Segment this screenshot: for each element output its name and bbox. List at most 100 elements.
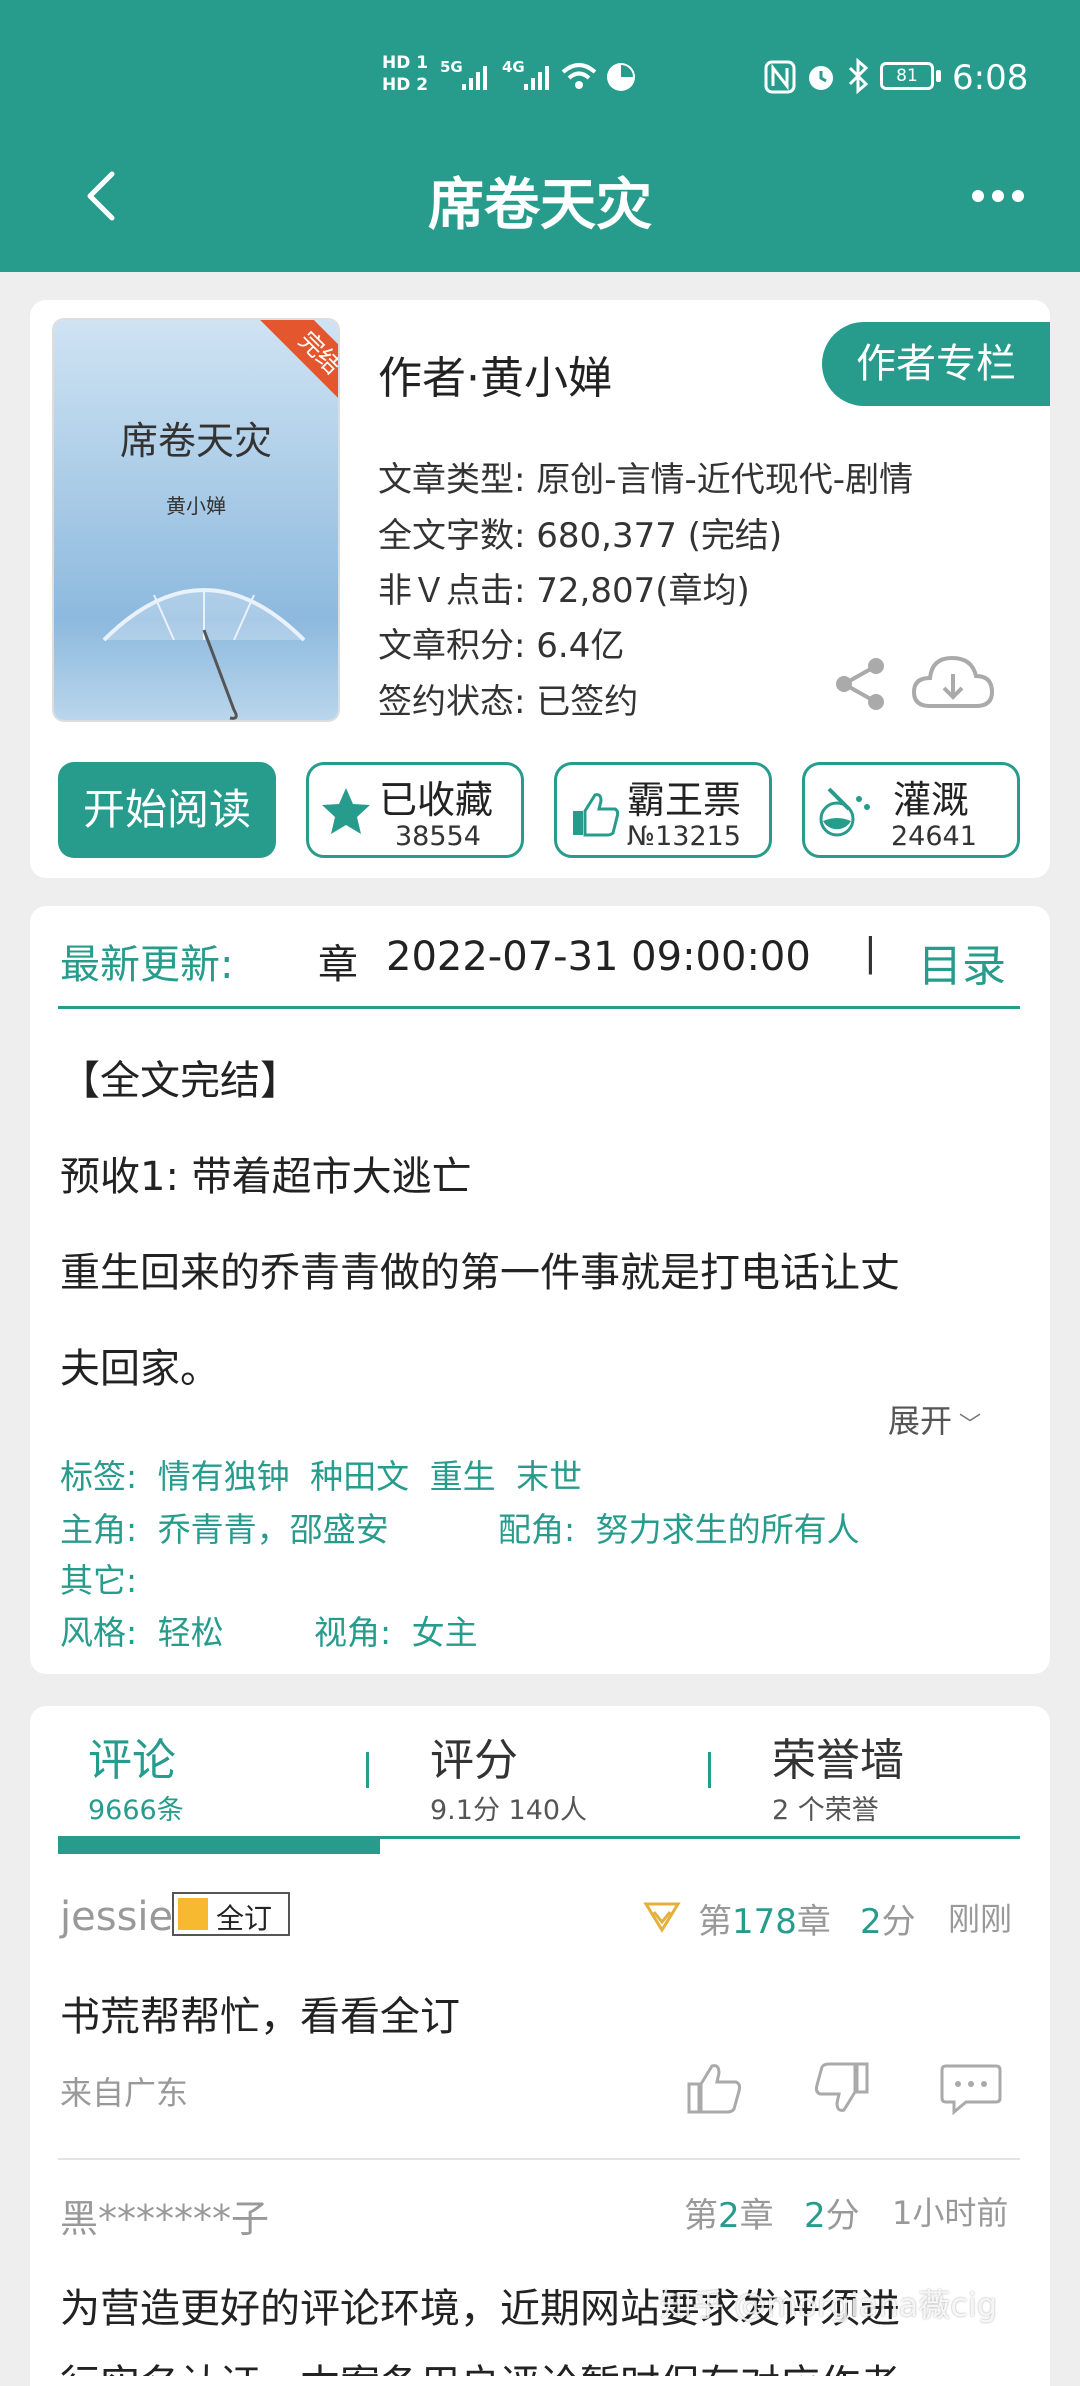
tab-comments[interactable]: 评论 9666条: [88, 1724, 184, 1827]
tag-item[interactable]: 重生: [430, 1457, 496, 1496]
style-value: 轻松: [157, 1613, 224, 1652]
star-icon: [322, 788, 370, 834]
comment-time: 刚刚: [948, 1900, 1013, 1938]
latest-datetime: 2022-07-31 09:00:00: [386, 934, 811, 980]
sim2-label: HD 2: [382, 75, 429, 95]
comment-user[interactable]: jessie: [60, 1894, 173, 1940]
intro-line-1: 【全文完结】: [60, 1058, 300, 1104]
cover-author: 黄小婵: [166, 494, 226, 518]
favorite-label: 已收藏: [379, 778, 494, 822]
sim-indicators: HD 1 HD 2: [382, 52, 428, 96]
tag-item[interactable]: 种田文: [310, 1457, 409, 1496]
battery-level: 81: [896, 66, 918, 86]
more-options-icon[interactable]: [970, 186, 1026, 206]
full-subscribe-label: 全订: [216, 1902, 273, 1935]
chapter-suffix: 章: [796, 1902, 831, 1942]
like-icon[interactable]: [686, 2060, 744, 2116]
reply-bubble-icon[interactable]: [940, 2062, 1002, 2116]
start-reading-button[interactable]: 开始阅读: [58, 762, 276, 858]
score-number: 2: [860, 1902, 882, 1942]
intro-line-3: 重生回来的乔青青做的第一件事就是打电话让丈: [60, 1250, 900, 1296]
favorite-button[interactable]: 已收藏 38554: [306, 762, 524, 858]
comment-text: 书荒帮帮忙，看看全订: [60, 1994, 460, 2040]
book-clicks: 非Ｖ点击: 72,807(章均): [378, 571, 750, 611]
view-value: 女主: [411, 1613, 478, 1652]
lead-label: 主角:: [60, 1510, 138, 1549]
battery-indicator: 81: [880, 62, 934, 90]
comment-text-line-2: 行实名认证，本案条用户评论暂时保存对应作者: [60, 2352, 900, 2376]
latest-chapter[interactable]: 章: [318, 932, 358, 990]
tab-honor-wall[interactable]: 荣誉墙 2 个荣誉: [772, 1724, 904, 1827]
intro-line-4: 夫回家。: [60, 1346, 220, 1392]
comment-score: 2分: [804, 2188, 860, 2237]
comment-user[interactable]: 黑*******子: [60, 2188, 269, 2243]
share-icon[interactable]: [832, 656, 888, 712]
tags-row: 标签: 情有独钟 种田文 重生 末世: [60, 1450, 582, 1498]
tab-comments-sub: 9666条: [88, 1795, 184, 1826]
score-unit: 分: [825, 2196, 860, 2236]
tab-active-indicator: [58, 1836, 380, 1854]
author-column-label: 作者专栏: [856, 341, 1016, 387]
book-type: 文章类型: 原创-言情-近代现代-剧情: [378, 460, 914, 500]
tab-ratings[interactable]: 评分 9.1分 140人: [430, 1724, 587, 1827]
umbrella-illustration: [102, 588, 306, 720]
comment-item: jessie 全订 第178章 2分 刚刚 书荒帮帮忙，看看全订 来自广东: [58, 1880, 1020, 2152]
style-label: 风格:: [60, 1613, 138, 1652]
sim1-label: HD 1: [382, 53, 429, 73]
irrigate-count: 24641: [891, 821, 977, 852]
finished-badge-text: 完结: [293, 326, 338, 380]
tab-separator: [708, 1752, 711, 1788]
score-unit: 分: [881, 1902, 916, 1942]
chapter-suffix: 章: [739, 2196, 774, 2236]
score-number: 2: [804, 2196, 826, 2236]
irrigate-button[interactable]: 灌溉 24641: [802, 762, 1020, 858]
expand-button[interactable]: 展开 ﹀: [888, 1396, 981, 1442]
watering-flask-icon: [819, 787, 870, 837]
author-column-button[interactable]: 作者专栏: [822, 322, 1050, 406]
data-saver-icon: [607, 63, 635, 91]
author-name[interactable]: 作者·黄小婵: [378, 342, 612, 406]
dislike-icon[interactable]: [812, 2060, 870, 2116]
tab-ratings-label: 评分: [430, 1735, 518, 1786]
irrigate-label: 灌溉: [893, 778, 970, 822]
tab-ratings-sub: 9.1分 140人: [430, 1795, 588, 1826]
book-cover[interactable]: 席卷天灾 黄小婵 完结: [54, 320, 338, 720]
comment-location: 来自广东: [60, 2074, 189, 2112]
overlord-ticket-label: 霸王票: [627, 778, 742, 822]
status-bar: HD 1 HD 2 5G 4G 81 6:08: [0, 40, 1080, 120]
comment-score: 2分: [860, 1894, 916, 1943]
chapter-prefix: 第: [698, 1902, 732, 1942]
favorite-count: 38554: [395, 821, 481, 852]
chapter-number: 2: [718, 2196, 740, 2236]
chevron-down-icon: ﹀: [952, 1413, 982, 1438]
comment-chapter: 第2章: [684, 2188, 774, 2237]
support-value: 努力求生的所有人: [595, 1510, 860, 1549]
cover-title: 席卷天灾: [119, 419, 272, 463]
start-reading-label: 开始阅读: [82, 785, 251, 834]
tab-honor-wall-sub: 2 个荣誉: [772, 1795, 879, 1826]
alarm-icon: [809, 66, 833, 90]
divider-bar: |: [864, 930, 877, 974]
comment-time: 1小时前: [892, 2194, 1009, 2232]
support-label: 配角:: [498, 1510, 576, 1549]
download-cloud-icon[interactable]: [910, 650, 996, 714]
clock: 6:08: [952, 58, 1029, 98]
signal-icon: [462, 66, 487, 90]
view-row: 视角: 女主: [314, 1606, 478, 1654]
table-of-contents-link[interactable]: 目录: [918, 930, 1006, 994]
overlord-ticket-button[interactable]: 霸王票 №13215: [554, 762, 772, 858]
view-label: 视角:: [314, 1613, 392, 1652]
tag-item[interactable]: 末世: [516, 1457, 582, 1496]
tag-item[interactable]: 情有独钟: [158, 1457, 290, 1496]
book-word-count: 全文字数: 680,377 (完结): [378, 516, 783, 556]
nfc-icon: [764, 60, 796, 94]
watermark: 知乎 @morgiana薇cig: [660, 2286, 998, 2324]
thumbs-up-icon: [573, 793, 620, 837]
chapter-prefix: 第: [684, 2196, 718, 2236]
tags-label: 标签:: [60, 1457, 138, 1496]
book-score: 文章积分: 6.4亿: [378, 626, 625, 666]
bookmark-icon: [178, 1898, 208, 1930]
overlord-ticket-count: №13215: [627, 821, 741, 852]
expand-label: 展开: [888, 1402, 953, 1440]
tab-comments-label: 评论: [88, 1735, 176, 1786]
